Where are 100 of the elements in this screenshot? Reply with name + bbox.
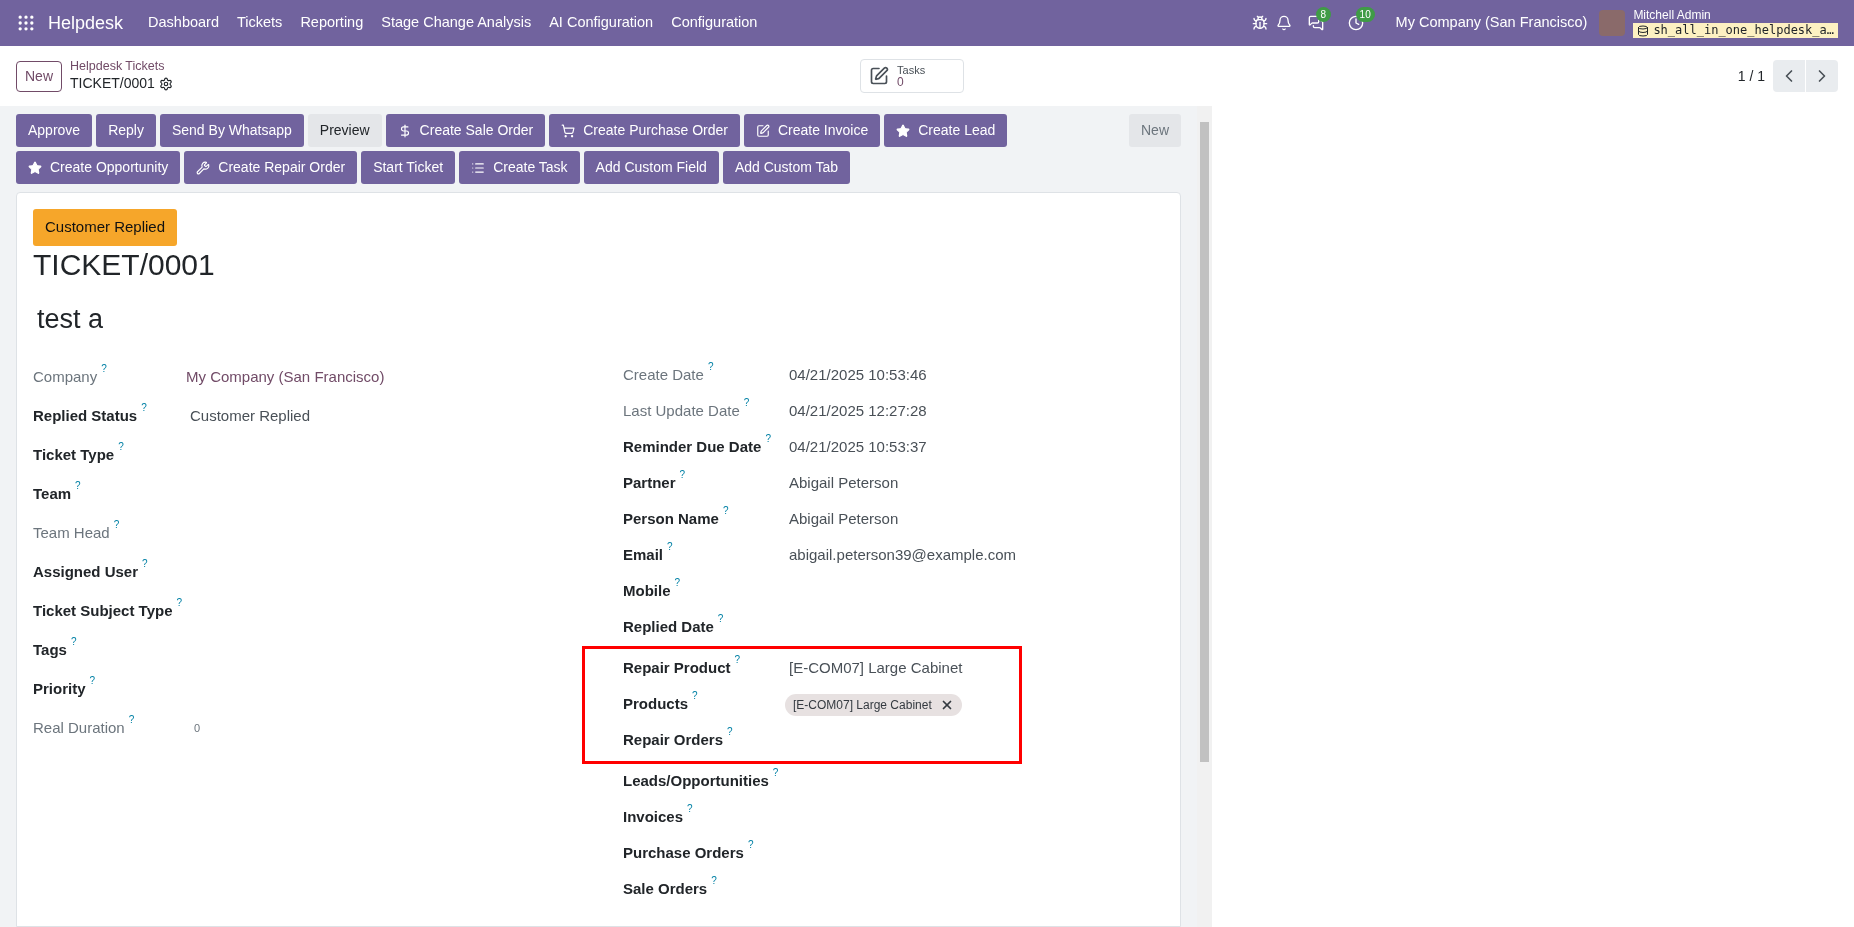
field-value: abigail.peterson39@example.com [788, 545, 1018, 566]
help-mark[interactable]: ? [747, 840, 754, 851]
help-mark[interactable]: ? [727, 727, 733, 738]
field-label: Last Update Date [623, 401, 740, 422]
action-button[interactable]: Create Invoice [743, 114, 881, 147]
field-label: Ticket Subject Type [33, 600, 173, 621]
help-mark[interactable]: ? [687, 804, 693, 815]
app-name[interactable]: Helpdesk [48, 9, 124, 37]
field-label: Tags [33, 639, 67, 660]
nav-menu-item[interactable]: Stage Change Analysis [372, 12, 541, 34]
list-icon [471, 160, 486, 175]
action-button[interactable]: Create Repair Order [184, 151, 358, 184]
status-badge: Customer Replied [33, 209, 178, 246]
help-mark[interactable]: ? [667, 542, 673, 553]
help-mark[interactable]: ? [141, 402, 147, 413]
action-button[interactable]: Reply [96, 114, 156, 147]
tasks-smart-button[interactable]: Tasks 0 [860, 59, 964, 93]
database-name: sh_all_in_one_helpdesk_a… [1633, 23, 1838, 38]
action-button[interactable]: Create Sale Order [385, 114, 546, 147]
apps-menu-icon[interactable] [16, 13, 36, 33]
help-mark[interactable]: ? [101, 363, 107, 374]
field-label: Invoices [623, 807, 684, 828]
action-button[interactable]: Create Opportunity [16, 151, 181, 184]
help-mark[interactable]: ? [679, 470, 686, 481]
nav-menu-item[interactable]: Tickets [228, 12, 292, 34]
star-icon [28, 160, 42, 175]
field-value: Customer Replied [189, 405, 312, 426]
breadcrumb-link[interactable]: Helpdesk Tickets [70, 59, 370, 76]
record-name: TICKET/0001 [70, 75, 155, 93]
new-button[interactable]: New [16, 60, 62, 92]
field-label: Repair Orders [623, 730, 724, 751]
field-value: 04/21/2025 12:27:28 [788, 401, 928, 422]
field-value: Abigail Peterson [788, 473, 900, 494]
field-label: Replied Status [33, 405, 138, 426]
field-label: Assigned User [33, 561, 139, 582]
action-button[interactable]: Create Task [459, 151, 580, 184]
nav-menu-item[interactable]: Configuration [662, 12, 767, 34]
action-button[interactable]: Create Lead [884, 114, 1008, 147]
action-button[interactable]: Add Custom Field [583, 151, 719, 184]
settings-icon[interactable] [158, 76, 173, 91]
action-button[interactable]: Preview [307, 114, 382, 147]
action-button[interactable]: Add Custom Tab [722, 151, 851, 184]
field-label: Create Date [623, 365, 704, 386]
help-mark[interactable]: ? [717, 614, 724, 625]
action-button[interactable]: Create Purchase Order [549, 114, 740, 147]
help-mark[interactable]: ? [722, 506, 729, 517]
ticket-number: TICKET/0001 [33, 246, 216, 283]
scrollbar[interactable] [1197, 106, 1212, 927]
nav-menu-item[interactable]: AI Configuration [540, 12, 663, 34]
help-mark[interactable]: ? [772, 768, 779, 779]
previous-button[interactable] [1773, 60, 1805, 92]
help-mark[interactable]: ? [113, 519, 120, 530]
field-label: Priority [33, 678, 86, 699]
field-label: Company [33, 366, 98, 387]
field-label: Real Duration [33, 717, 125, 738]
nav-menu-item[interactable]: Reporting [291, 12, 373, 34]
field-label: Sale Orders [623, 879, 708, 900]
field-label: Partner [623, 473, 676, 494]
nav-menu-item[interactable]: Dashboard [139, 12, 228, 34]
product-tag: [E-COM07] Large Cabinet [785, 693, 962, 716]
edit-icon [755, 123, 770, 138]
field-value: 04/21/2025 10:53:46 [788, 365, 928, 386]
field-value: Abigail Peterson [788, 509, 900, 530]
help-mark[interactable]: ? [674, 578, 681, 589]
field-label: Leads/Opportunities [623, 771, 769, 792]
action-button[interactable]: Send By Whatsapp [159, 114, 304, 147]
bell-icon[interactable] [1275, 15, 1292, 31]
company-link[interactable]: My Company (San Francisco) [186, 365, 385, 389]
help-mark[interactable]: ? [89, 675, 96, 686]
help-mark[interactable]: ? [765, 434, 771, 445]
wrench-icon [196, 160, 211, 175]
field-label: Team [33, 483, 72, 504]
help-mark[interactable]: ? [70, 636, 77, 647]
help-mark[interactable]: ? [118, 441, 124, 452]
help-mark[interactable]: ? [743, 398, 750, 409]
next-button[interactable] [1806, 60, 1838, 92]
help-mark[interactable]: ? [75, 480, 81, 491]
action-button[interactable]: Start Ticket [361, 151, 456, 184]
edit-icon [869, 66, 889, 86]
ticket-subject: test a [37, 303, 105, 336]
help-mark[interactable]: ? [707, 362, 714, 373]
new-button[interactable]: New [1129, 114, 1181, 147]
bug-icon[interactable] [1251, 15, 1268, 31]
field-label: Reminder Due Date [623, 437, 762, 458]
help-mark[interactable]: ? [734, 655, 741, 666]
action-button[interactable]: Approve [16, 114, 93, 147]
help-mark[interactable]: ? [128, 714, 135, 725]
field-label: Email [623, 545, 664, 566]
field-label: Person Name [623, 509, 719, 530]
field-label: Ticket Type [33, 444, 115, 465]
field-label: Products [623, 694, 688, 715]
help-mark[interactable]: ? [692, 691, 698, 702]
field-value: 04/21/2025 10:53:37 [788, 437, 928, 458]
field-label: Purchase Orders [623, 843, 744, 864]
help-mark[interactable]: ? [711, 876, 717, 887]
company-switcher[interactable]: My Company (San Francisco) [1395, 12, 1588, 34]
help-mark[interactable]: ? [176, 597, 183, 608]
field-value: [E-COM07] Large Cabinet [788, 658, 964, 679]
activity-count-badge: 10 [1355, 7, 1375, 22]
help-mark[interactable]: ? [142, 558, 148, 569]
